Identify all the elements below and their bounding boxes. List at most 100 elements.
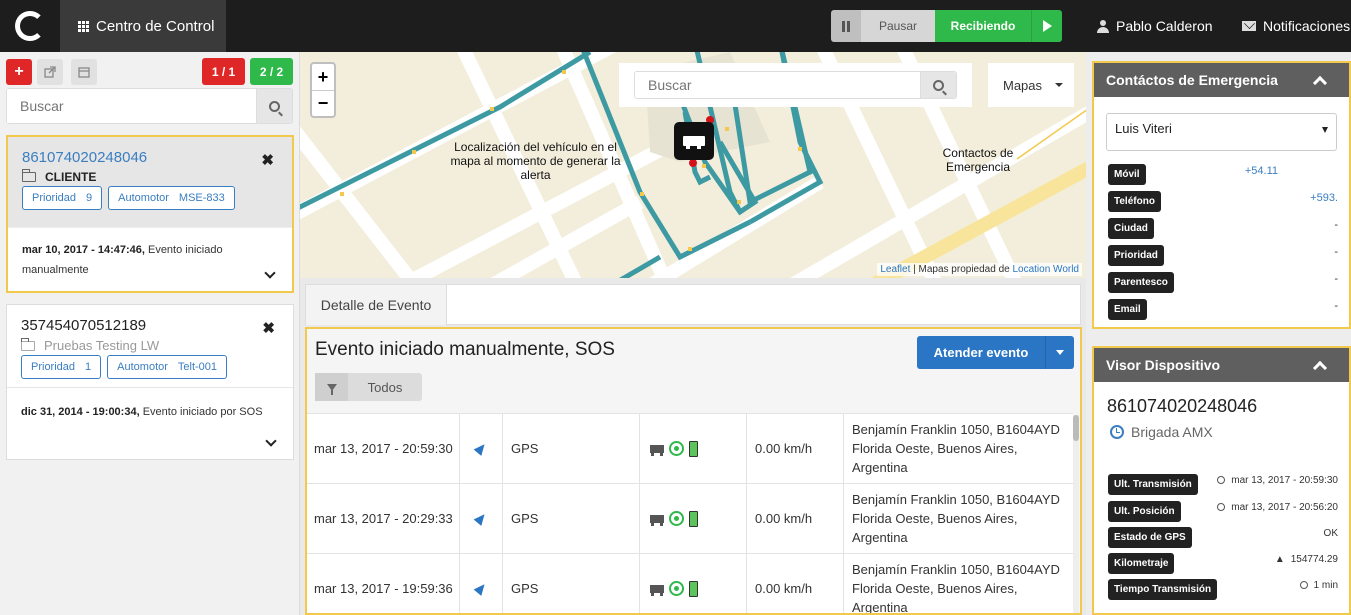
attend-event-button[interactable]: Atender evento (917, 336, 1074, 369)
attend-dropdown-toggle[interactable] (1045, 336, 1074, 369)
panel-header[interactable]: Contáctos de Emergencia (1094, 63, 1349, 97)
device-viewer-panel: Visor Dispositivo 86107402024804​6 Briga… (1092, 346, 1351, 615)
app-logo[interactable] (0, 0, 60, 52)
alerts-panel: + 1 / 1 2 / 2 86107402024804​6 ✖ CLIENTE… (0, 52, 300, 615)
green-count-badge[interactable]: 2 / 2 (250, 58, 293, 85)
notifications-label: Notificaciones (1263, 18, 1351, 34)
event-table: mar 13, 2017 - 20:59:30 GPS 0.00 km/h Be… (307, 413, 1073, 613)
event-date: dic 31, 2014 - 19:00:34, (21, 406, 140, 418)
battery-icon (689, 580, 698, 597)
map[interactable]: + − Mapas Localización del vehículo en e… (300, 52, 1086, 278)
user-icon (1097, 19, 1109, 33)
zoom-out-button[interactable]: − (312, 90, 334, 116)
device-group: Brigada AMX (1110, 424, 1213, 440)
tab-event-detail[interactable]: Detalle de Evento (306, 285, 447, 325)
truck-icon (650, 444, 664, 456)
table-row[interactable]: mar 13, 2017 - 20:59:30 GPS 0.00 km/h Be… (307, 413, 1073, 483)
vehicle-marker[interactable] (674, 122, 714, 160)
table-row[interactable]: mar 13, 2017 - 19:59:36 GPS 0.00 km/h Be… (307, 553, 1073, 613)
road-icon: ▲ (1274, 554, 1285, 565)
vehicle-badge: Automotor MSE-833 (108, 186, 235, 210)
clock-icon (1217, 503, 1226, 511)
external-link-icon (44, 66, 56, 78)
chevron-down-icon[interactable] (264, 267, 276, 279)
user-name: Pablo Calderon (1116, 18, 1213, 34)
caret-down-icon (1056, 350, 1064, 355)
alert-search-button[interactable] (256, 89, 292, 123)
pause-icon[interactable] (831, 10, 861, 42)
folder-icon (21, 169, 36, 182)
grid-icon (78, 20, 89, 32)
contact-field: Teléfono +593. (1108, 191, 1338, 213)
card-group: CLIENTE (21, 169, 278, 184)
filter-icon (326, 383, 337, 395)
device-field: Tiempo Transmisión 1 min (1108, 579, 1338, 601)
event-detail: Evento iniciado manualmente, SOS Atender… (305, 327, 1082, 615)
device-field: Ult. Posición mar 13, 2017 - 20:56:20 (1108, 501, 1338, 523)
leaflet-link[interactable]: Leaflet (880, 264, 910, 275)
clock-icon (1217, 476, 1226, 484)
close-icon[interactable]: ✖ (262, 319, 275, 337)
external-link-button[interactable] (37, 59, 63, 85)
receiving-button[interactable]: Recibiendo (935, 10, 1031, 42)
alert-card[interactable]: 86107402024804​6 ✖ CLIENTE Prioridad 9 Au… (6, 135, 294, 293)
maps-dropdown[interactable]: Mapas (988, 63, 1074, 107)
envelope-icon (1242, 21, 1256, 31)
nav-control-center[interactable]: Centro de Control (60, 0, 226, 52)
event-text: Evento iniciado por SOS (139, 406, 263, 418)
vehicle-badge: Automotor Telt-001 (107, 355, 228, 379)
table-row[interactable]: mar 13, 2017 - 20:29:33 GPS 0.00 km/h Be… (307, 483, 1073, 553)
priority-badge: Prioridad 9 (22, 186, 103, 210)
table-scrollbar[interactable] (1073, 415, 1079, 613)
panel-header[interactable]: Visor Dispositivo (1094, 348, 1349, 382)
contact-field: Email - (1108, 299, 1338, 321)
contact-field: Móvil +54.11 (1108, 164, 1338, 186)
truck-icon (650, 584, 664, 596)
map-search-button[interactable] (920, 72, 956, 98)
device-id[interactable]: 86107402024804​6 (22, 149, 278, 166)
vehicle-location-annotation: Localización del vehículo en el mapa al … (450, 140, 621, 182)
location-arrow-icon[interactable] (473, 511, 489, 526)
location-arrow-icon[interactable] (473, 441, 489, 456)
alert-search-input[interactable] (7, 89, 256, 123)
close-icon[interactable]: ✖ (261, 151, 274, 169)
contact-select[interactable]: Luis Viteri (1106, 113, 1337, 151)
caret-down-icon (1322, 127, 1328, 133)
contacts-annotation: Contactos de Emergencia (942, 146, 1014, 174)
chevron-up-icon[interactable] (1312, 360, 1328, 376)
calendar-button[interactable] (71, 59, 97, 85)
search-icon (269, 100, 280, 112)
add-button[interactable]: + (6, 59, 32, 85)
contact-field: Parentesco - (1108, 272, 1338, 294)
map-search-input[interactable] (635, 72, 920, 98)
play-icon[interactable] (1031, 10, 1062, 42)
red-count-badge[interactable]: 1 / 1 (202, 58, 245, 85)
location-arrow-icon[interactable] (473, 581, 489, 596)
stream-control: Pausar Recibiendo (831, 10, 1062, 42)
notifications-menu[interactable]: Notificaciones (1242, 0, 1350, 52)
signal-icon (669, 441, 684, 456)
zoom-control: + − (310, 62, 336, 118)
filter-button[interactable]: Todos (315, 373, 422, 401)
event-date: mar 10, 2017 - 14:47:46, (22, 244, 145, 256)
calendar-icon (78, 67, 90, 78)
alert-search (6, 88, 293, 124)
chevron-up-icon[interactable] (1312, 75, 1328, 91)
clock-icon (1299, 581, 1308, 589)
device-id[interactable]: 357454070512189 (21, 317, 279, 334)
signal-icon (669, 511, 684, 526)
chevron-down-icon[interactable] (265, 435, 277, 447)
map-search (619, 63, 972, 107)
top-bar: Centro de Control Pausar Recibiendo Pabl… (0, 0, 1351, 52)
detail-tabs: Detalle de Evento (305, 284, 1081, 325)
event-title: Evento iniciado manualmente, SOS (315, 339, 615, 360)
alert-card[interactable]: 357454070512189 ✖ Pruebas Testing LW Pri… (6, 304, 294, 460)
priority-badge: Prioridad 1 (21, 355, 102, 379)
pause-button[interactable]: Pausar (861, 10, 935, 42)
map-attribution: Leaflet | Mapas propiedad de Location Wo… (877, 263, 1082, 276)
zoom-in-button[interactable]: + (312, 64, 334, 90)
clock-icon (1110, 425, 1124, 439)
user-menu[interactable]: Pablo Calderon (1097, 0, 1213, 52)
location-world-link[interactable]: Location World (1012, 264, 1079, 275)
contact-field: Prioridad - (1108, 245, 1338, 267)
